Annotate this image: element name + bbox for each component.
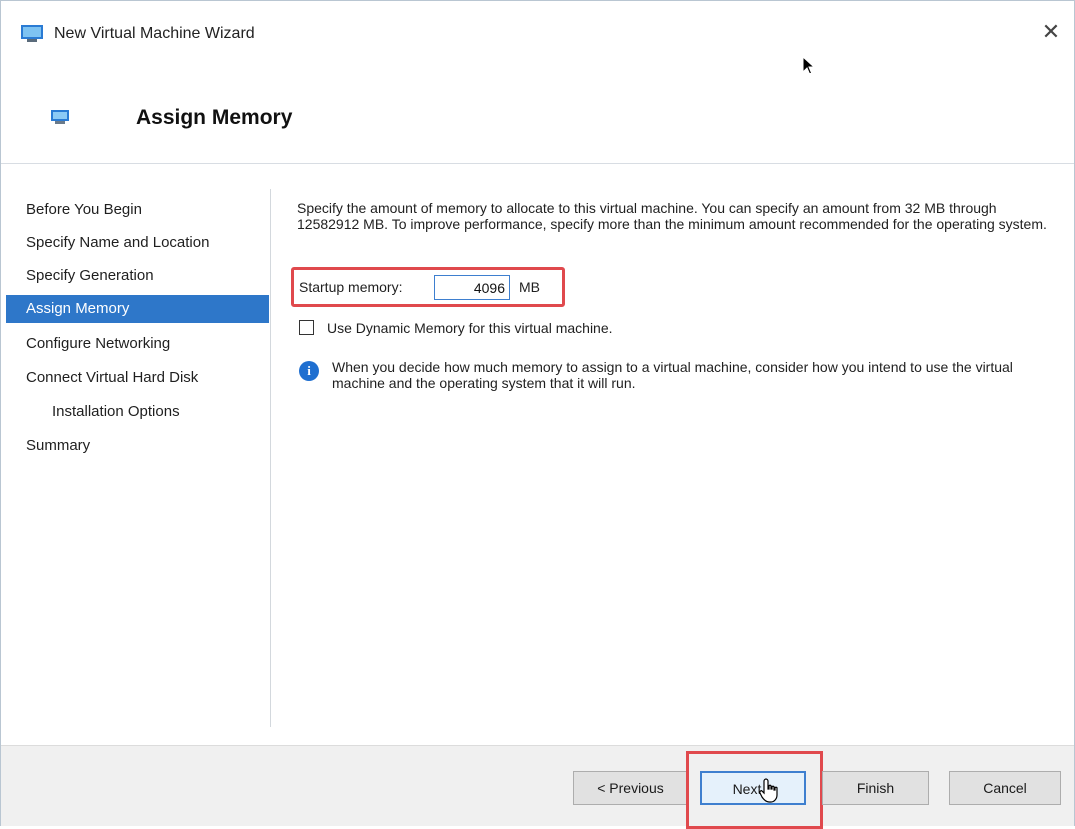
startup-memory-label: Startup memory:: [299, 279, 403, 295]
next-button-highlight: Next >: [686, 751, 823, 829]
sidebar-item-installation-options[interactable]: Installation Options: [6, 398, 269, 426]
sidebar-item-assign-memory[interactable]: Assign Memory: [6, 295, 269, 323]
sidebar-item-connect-virtual-hard-disk[interactable]: Connect Virtual Hard Disk: [6, 364, 269, 392]
close-button[interactable]: ✕: [1036, 17, 1066, 47]
finish-button[interactable]: Finish: [822, 771, 929, 805]
page-title: Assign Memory: [136, 106, 293, 129]
sidebar-divider: [270, 189, 271, 727]
sidebar-item-summary[interactable]: Summary: [6, 432, 269, 460]
info-text: When you decide how much memory to assig…: [332, 359, 1013, 391]
sidebar-item-configure-networking[interactable]: Configure Networking: [6, 330, 269, 358]
virtual-machine-icon: [21, 25, 43, 42]
startup-memory-unit: MB: [519, 279, 540, 295]
startup-memory-highlight: Startup memory: MB: [291, 267, 565, 307]
cancel-button[interactable]: Cancel: [949, 771, 1061, 805]
title-bar: New Virtual Machine Wizard ✕: [1, 1, 1074, 76]
info-icon: i: [299, 361, 319, 381]
wizard-footer: < Previous Next > Finish Cancel: [1, 745, 1074, 829]
previous-button[interactable]: < Previous: [573, 771, 688, 805]
wizard-window: New Virtual Machine Wizard ✕ Assign Memo…: [0, 0, 1075, 829]
hand-pointer-icon: [759, 778, 778, 803]
memory-description: Specify the amount of memory to allocate…: [297, 200, 1047, 232]
dynamic-memory-checkbox[interactable]: [299, 320, 314, 335]
window-title: New Virtual Machine Wizard: [54, 25, 255, 42]
wizard-header: Assign Memory: [1, 73, 1074, 163]
main-content: Specify the amount of memory to allocate…: [283, 164, 1063, 744]
dynamic-memory-row: Use Dynamic Memory for this virtual mach…: [299, 318, 799, 338]
startup-memory-input[interactable]: [434, 275, 510, 300]
dynamic-memory-label[interactable]: Use Dynamic Memory for this virtual mach…: [327, 320, 613, 336]
sidebar-item-specify-name-and-location[interactable]: Specify Name and Location: [6, 229, 269, 257]
sidebar-item-specify-generation[interactable]: Specify Generation: [6, 262, 269, 290]
sidebar-item-before-you-begin[interactable]: Before You Begin: [6, 196, 269, 224]
next-button[interactable]: Next >: [700, 771, 806, 805]
wizard-steps-sidebar: Before You Begin Specify Name and Locati…: [1, 164, 269, 744]
memory-page-icon: [51, 110, 69, 124]
